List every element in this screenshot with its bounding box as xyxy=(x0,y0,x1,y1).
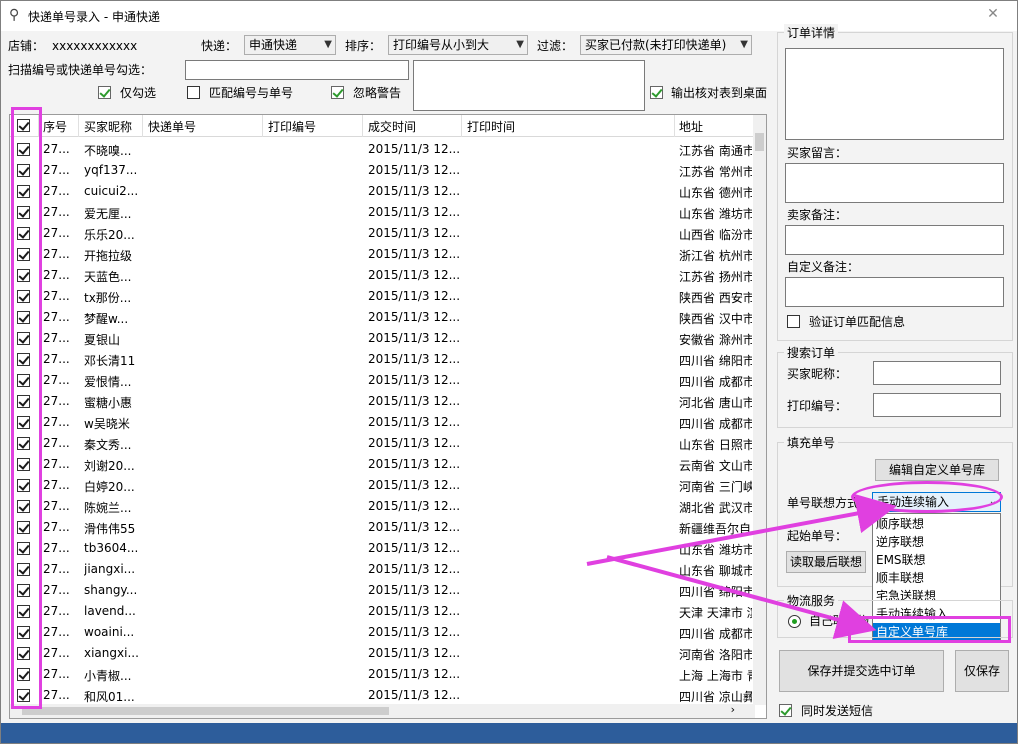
annotation-arrows xyxy=(586,493,897,640)
arrow-up xyxy=(586,493,897,566)
arrow-down xyxy=(606,555,877,640)
main-window: ⚲ 快递单号录入 - 申通快递 ✕ 店铺： xxxxxxxxxxxx 快递： 申… xyxy=(0,0,1018,744)
